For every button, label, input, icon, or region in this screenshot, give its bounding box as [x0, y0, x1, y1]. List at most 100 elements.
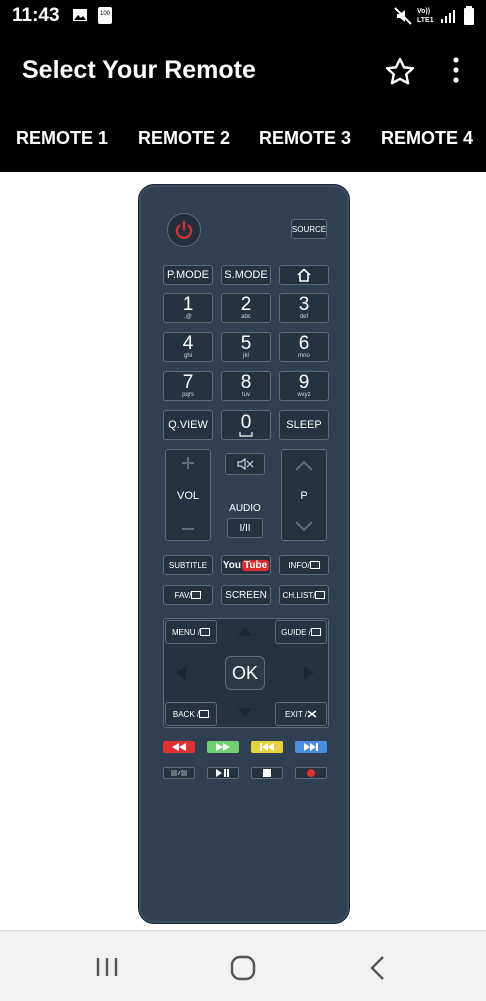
program-up-icon[interactable]: [294, 458, 314, 472]
more-options-icon[interactable]: [448, 54, 464, 86]
channel-list-icon: [315, 591, 326, 599]
record-button[interactable]: [295, 767, 327, 779]
number-9-letters: wxyz: [297, 391, 311, 398]
number-8-digit: 8: [240, 371, 252, 393]
tab-remote-4[interactable]: REMOTE 4: [381, 128, 473, 149]
number-button-8[interactable]: 8 tuv: [221, 371, 271, 401]
qview-button[interactable]: Q.VIEW: [163, 410, 213, 440]
battery-notification-icon: 100: [98, 7, 112, 24]
exit-button[interactable]: EXIT /: [275, 702, 327, 726]
youtube-tube-text: Tube: [242, 559, 270, 571]
number-1-letters: .@: [184, 313, 192, 320]
status-bar: 11:43 100 Vo)) LTE1: [0, 0, 486, 32]
number-5-digit: 5: [240, 332, 252, 354]
back-nav-icon[interactable]: [368, 955, 386, 981]
red-button[interactable]: [163, 741, 195, 753]
number-button-4[interactable]: 4 ghi: [163, 332, 213, 362]
tab-remote-3[interactable]: REMOTE 3: [259, 128, 351, 149]
network-label: Vo)) LTE1: [417, 8, 434, 24]
dpad-left-icon[interactable]: [175, 665, 187, 681]
ok-button[interactable]: OK: [225, 656, 265, 690]
menu-icon: [200, 628, 210, 636]
number-1-digit: 1: [182, 293, 194, 315]
info-button[interactable]: INFO/: [279, 555, 329, 575]
program-rocker: P: [281, 449, 327, 541]
back-label: BACK /: [172, 709, 200, 719]
signal-icon: [441, 10, 455, 23]
battery-icon: [464, 6, 474, 25]
number-9-digit: 9: [298, 371, 310, 393]
channel-list-label: CH.LIST/: [282, 590, 316, 600]
mute-button[interactable]: [225, 453, 265, 475]
tab-remote-1[interactable]: REMOTE 1: [16, 128, 108, 149]
status-time: 11:43: [12, 5, 60, 26]
number-button-5[interactable]: 5 jkl: [221, 332, 271, 362]
recent-apps-icon[interactable]: [95, 956, 119, 978]
audio-label: AUDIO: [229, 503, 261, 514]
back-button[interactable]: BACK /: [165, 702, 217, 726]
pmode-button[interactable]: P.MODE: [163, 265, 213, 285]
stop-button[interactable]: [251, 767, 283, 779]
number-7-digit: 7: [182, 371, 194, 393]
number-0-digit: 0: [240, 411, 252, 433]
menu-label: MENU /: [172, 627, 200, 637]
volume-up-icon[interactable]: [178, 456, 198, 470]
smode-button[interactable]: S.MODE: [221, 265, 271, 285]
dpad-right-icon[interactable]: [303, 665, 315, 681]
fast-forward-icon: [216, 743, 230, 751]
number-3-digit: 3: [298, 293, 310, 315]
record-icon: [307, 769, 315, 777]
image-notification-icon: [73, 9, 87, 21]
screen-button[interactable]: SCREEN: [221, 585, 271, 605]
dpad-up-icon[interactable]: [237, 625, 253, 637]
number-button-7[interactable]: 7 pqrs: [163, 371, 213, 401]
green-button[interactable]: [207, 741, 239, 753]
tab-remote-2[interactable]: REMOTE 2: [138, 128, 230, 149]
teletext-button[interactable]: [163, 767, 195, 779]
number-4-digit: 4: [182, 332, 194, 354]
info-label: INFO/: [288, 560, 310, 570]
volume-label: VOL: [176, 490, 199, 502]
sleep-button[interactable]: SLEEP: [279, 410, 329, 440]
favorite-star-icon[interactable]: [384, 56, 416, 88]
number-7-letters: pqrs: [182, 391, 194, 398]
dpad-down-icon[interactable]: [237, 707, 253, 719]
number-button-3[interactable]: 3 def: [279, 293, 329, 323]
exit-label: EXIT /: [284, 709, 308, 719]
back-icon: [199, 710, 210, 718]
number-button-6[interactable]: 6 mno: [279, 332, 329, 362]
home-icon: [297, 268, 311, 282]
number-button-9[interactable]: 9 wxyz: [279, 371, 329, 401]
source-button[interactable]: SOURCE: [291, 219, 327, 239]
subtitle-button[interactable]: SUBTITLE: [163, 555, 213, 575]
play-pause-icon: [216, 769, 229, 777]
tv-remote: SOURCE P.MODE S.MODE 1 .@ 2 abc 3 def 4 ghi …: [138, 184, 350, 924]
number-button-0[interactable]: 0: [221, 410, 271, 440]
previous-icon: [260, 743, 274, 751]
stop-icon: [263, 769, 271, 777]
number-button-2[interactable]: 2 abc: [221, 293, 271, 323]
number-6-digit: 6: [298, 332, 310, 354]
number-button-1[interactable]: 1 .@: [163, 293, 213, 323]
home-nav-icon[interactable]: [230, 955, 256, 981]
home-button[interactable]: [279, 265, 329, 285]
volume-down-icon[interactable]: [178, 522, 198, 536]
fav-label: FAV/: [174, 590, 192, 600]
space-icon: [239, 431, 253, 437]
power-button[interactable]: [167, 213, 201, 247]
youtube-button[interactable]: You Tube: [221, 555, 271, 575]
blue-button[interactable]: [295, 741, 327, 753]
number-4-letters: ghi: [183, 352, 192, 359]
guide-button[interactable]: GUIDE /: [275, 620, 327, 644]
audio-button[interactable]: I/II: [227, 518, 263, 538]
yellow-button[interactable]: [251, 741, 283, 753]
volume-rocker: VOL: [165, 449, 211, 541]
channel-list-button[interactable]: CH.LIST/: [279, 585, 329, 605]
fav-button[interactable]: FAV/: [163, 585, 213, 605]
play-pause-button[interactable]: [207, 767, 239, 779]
menu-button[interactable]: MENU /: [165, 620, 217, 644]
info-icon: [309, 561, 320, 569]
power-icon: [175, 220, 193, 239]
program-down-icon[interactable]: [294, 520, 314, 534]
rewind-icon: [172, 743, 186, 751]
